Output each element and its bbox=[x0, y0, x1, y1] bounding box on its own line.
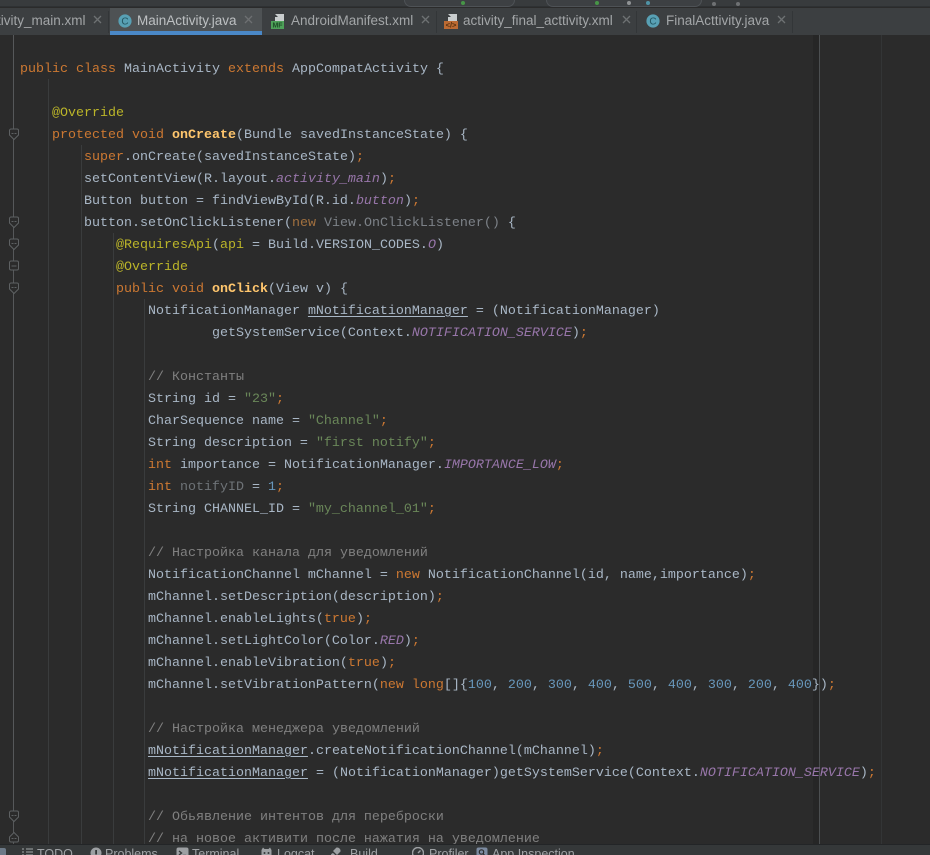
svg-text:</>: </> bbox=[446, 21, 457, 30]
svg-text:MF: MF bbox=[272, 23, 283, 30]
svg-text:C: C bbox=[121, 17, 128, 28]
svg-text:C: C bbox=[649, 17, 656, 28]
